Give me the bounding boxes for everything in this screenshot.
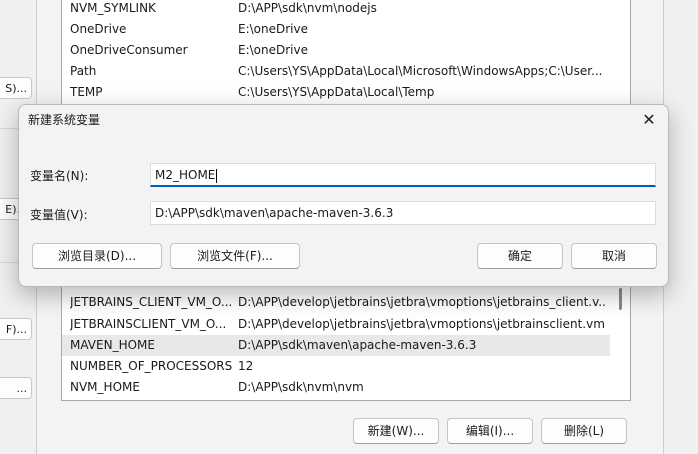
variable-value: C:\Users\YS\AppData\Local\Temp: [238, 85, 435, 99]
table-row[interactable]: TEMP C:\Users\YS\AppData\Local\Temp: [62, 82, 610, 103]
text-caret: [216, 168, 218, 183]
table-row[interactable]: NVM_SYMLINK D:\APP\sdk\nvm\nodejs: [62, 0, 610, 19]
parent-button-1[interactable]: S)...: [0, 77, 32, 99]
parent-button-4[interactable]: ...: [0, 377, 32, 399]
close-icon[interactable]: ✕: [636, 108, 662, 132]
table-row[interactable]: JETBRAINSCLIENT_VM_O... D:\APP\develop\j…: [62, 314, 610, 335]
table-row[interactable]: OneDrive E:\oneDrive: [62, 19, 610, 40]
ok-button[interactable]: 确定: [477, 243, 563, 269]
table-row[interactable]: OneDriveConsumer E:\oneDrive: [62, 40, 610, 61]
browse-file-button[interactable]: 浏览文件(F)...: [170, 243, 300, 269]
variable-value: D:\APP\sdk\nvm\nodejs: [238, 1, 377, 15]
table-row[interactable]: NUMBER_OF_PROCESSORS 12: [62, 356, 610, 377]
list-scrollbar[interactable]: [619, 288, 622, 310]
parent-button-3[interactable]: F)...: [0, 318, 32, 340]
new-variable-button[interactable]: 新建(W)...: [353, 418, 439, 444]
table-row-selected[interactable]: MAVEN_HOME D:\APP\sdk\maven\apache-maven…: [62, 335, 610, 356]
variable-name: NVM_HOME: [70, 380, 140, 394]
variable-value: D:\APP\develop\jetbrains\jetbra\vmoption…: [238, 317, 606, 331]
variable-value-input[interactable]: D:\APP\sdk\maven\apache-maven-3.6.3: [150, 201, 656, 225]
variable-name: JETBRAINSCLIENT_VM_O...: [70, 317, 227, 331]
variable-name-label: 变量名(N):: [30, 169, 89, 183]
variable-value: 12: [238, 359, 254, 373]
variable-name-input[interactable]: M2_HOME: [150, 163, 656, 187]
variable-name: JETBRAINS_CLIENT_VM_O...: [70, 295, 232, 309]
variable-value: C:\Users\YS\AppData\Local\Microsoft\Wind…: [238, 64, 603, 78]
dialog-title: 新建系统变量: [28, 113, 101, 127]
variable-name: NVM_SYMLINK: [70, 1, 156, 15]
table-row[interactable]: JETBRAINS_CLIENT_VM_O... D:\APP\develop\…: [62, 292, 610, 313]
table-row[interactable]: NVM_HOME D:\APP\sdk\nvm\nvm: [62, 377, 610, 398]
variable-value: E:\oneDrive: [238, 22, 308, 36]
variable-name-value: M2_HOME: [155, 168, 216, 182]
variable-name: TEMP: [70, 85, 103, 99]
delete-variable-button[interactable]: 删除(L): [541, 418, 627, 444]
variable-name: Path: [70, 64, 97, 78]
browse-directory-button[interactable]: 浏览目录(D)...: [32, 243, 162, 269]
variable-value: E:\oneDrive: [238, 43, 308, 57]
variable-name: NUMBER_OF_PROCESSORS: [70, 359, 232, 373]
variable-value-label: 变量值(V):: [30, 208, 88, 222]
variable-name: OneDrive: [70, 22, 127, 36]
table-row[interactable]: Path C:\Users\YS\AppData\Local\Microsoft…: [62, 61, 610, 82]
variable-value: D:\APP\develop\jetbrains\jetbra\vmoption…: [238, 295, 606, 309]
variable-name: OneDriveConsumer: [70, 43, 188, 57]
cancel-button[interactable]: 取消: [571, 243, 657, 269]
variable-value: D:\APP\sdk\maven\apache-maven-3.6.3: [238, 338, 477, 352]
variable-value: D:\APP\sdk\nvm\nvm: [238, 380, 364, 394]
variable-value-text: D:\APP\sdk\maven\apache-maven-3.6.3: [155, 206, 394, 220]
edit-variable-button[interactable]: 编辑(I)...: [447, 418, 533, 444]
new-system-variable-dialog: 新建系统变量 ✕ 变量名(N): M2_HOME 变量值(V): D:\APP\…: [18, 104, 669, 287]
variable-name: MAVEN_HOME: [70, 338, 155, 352]
